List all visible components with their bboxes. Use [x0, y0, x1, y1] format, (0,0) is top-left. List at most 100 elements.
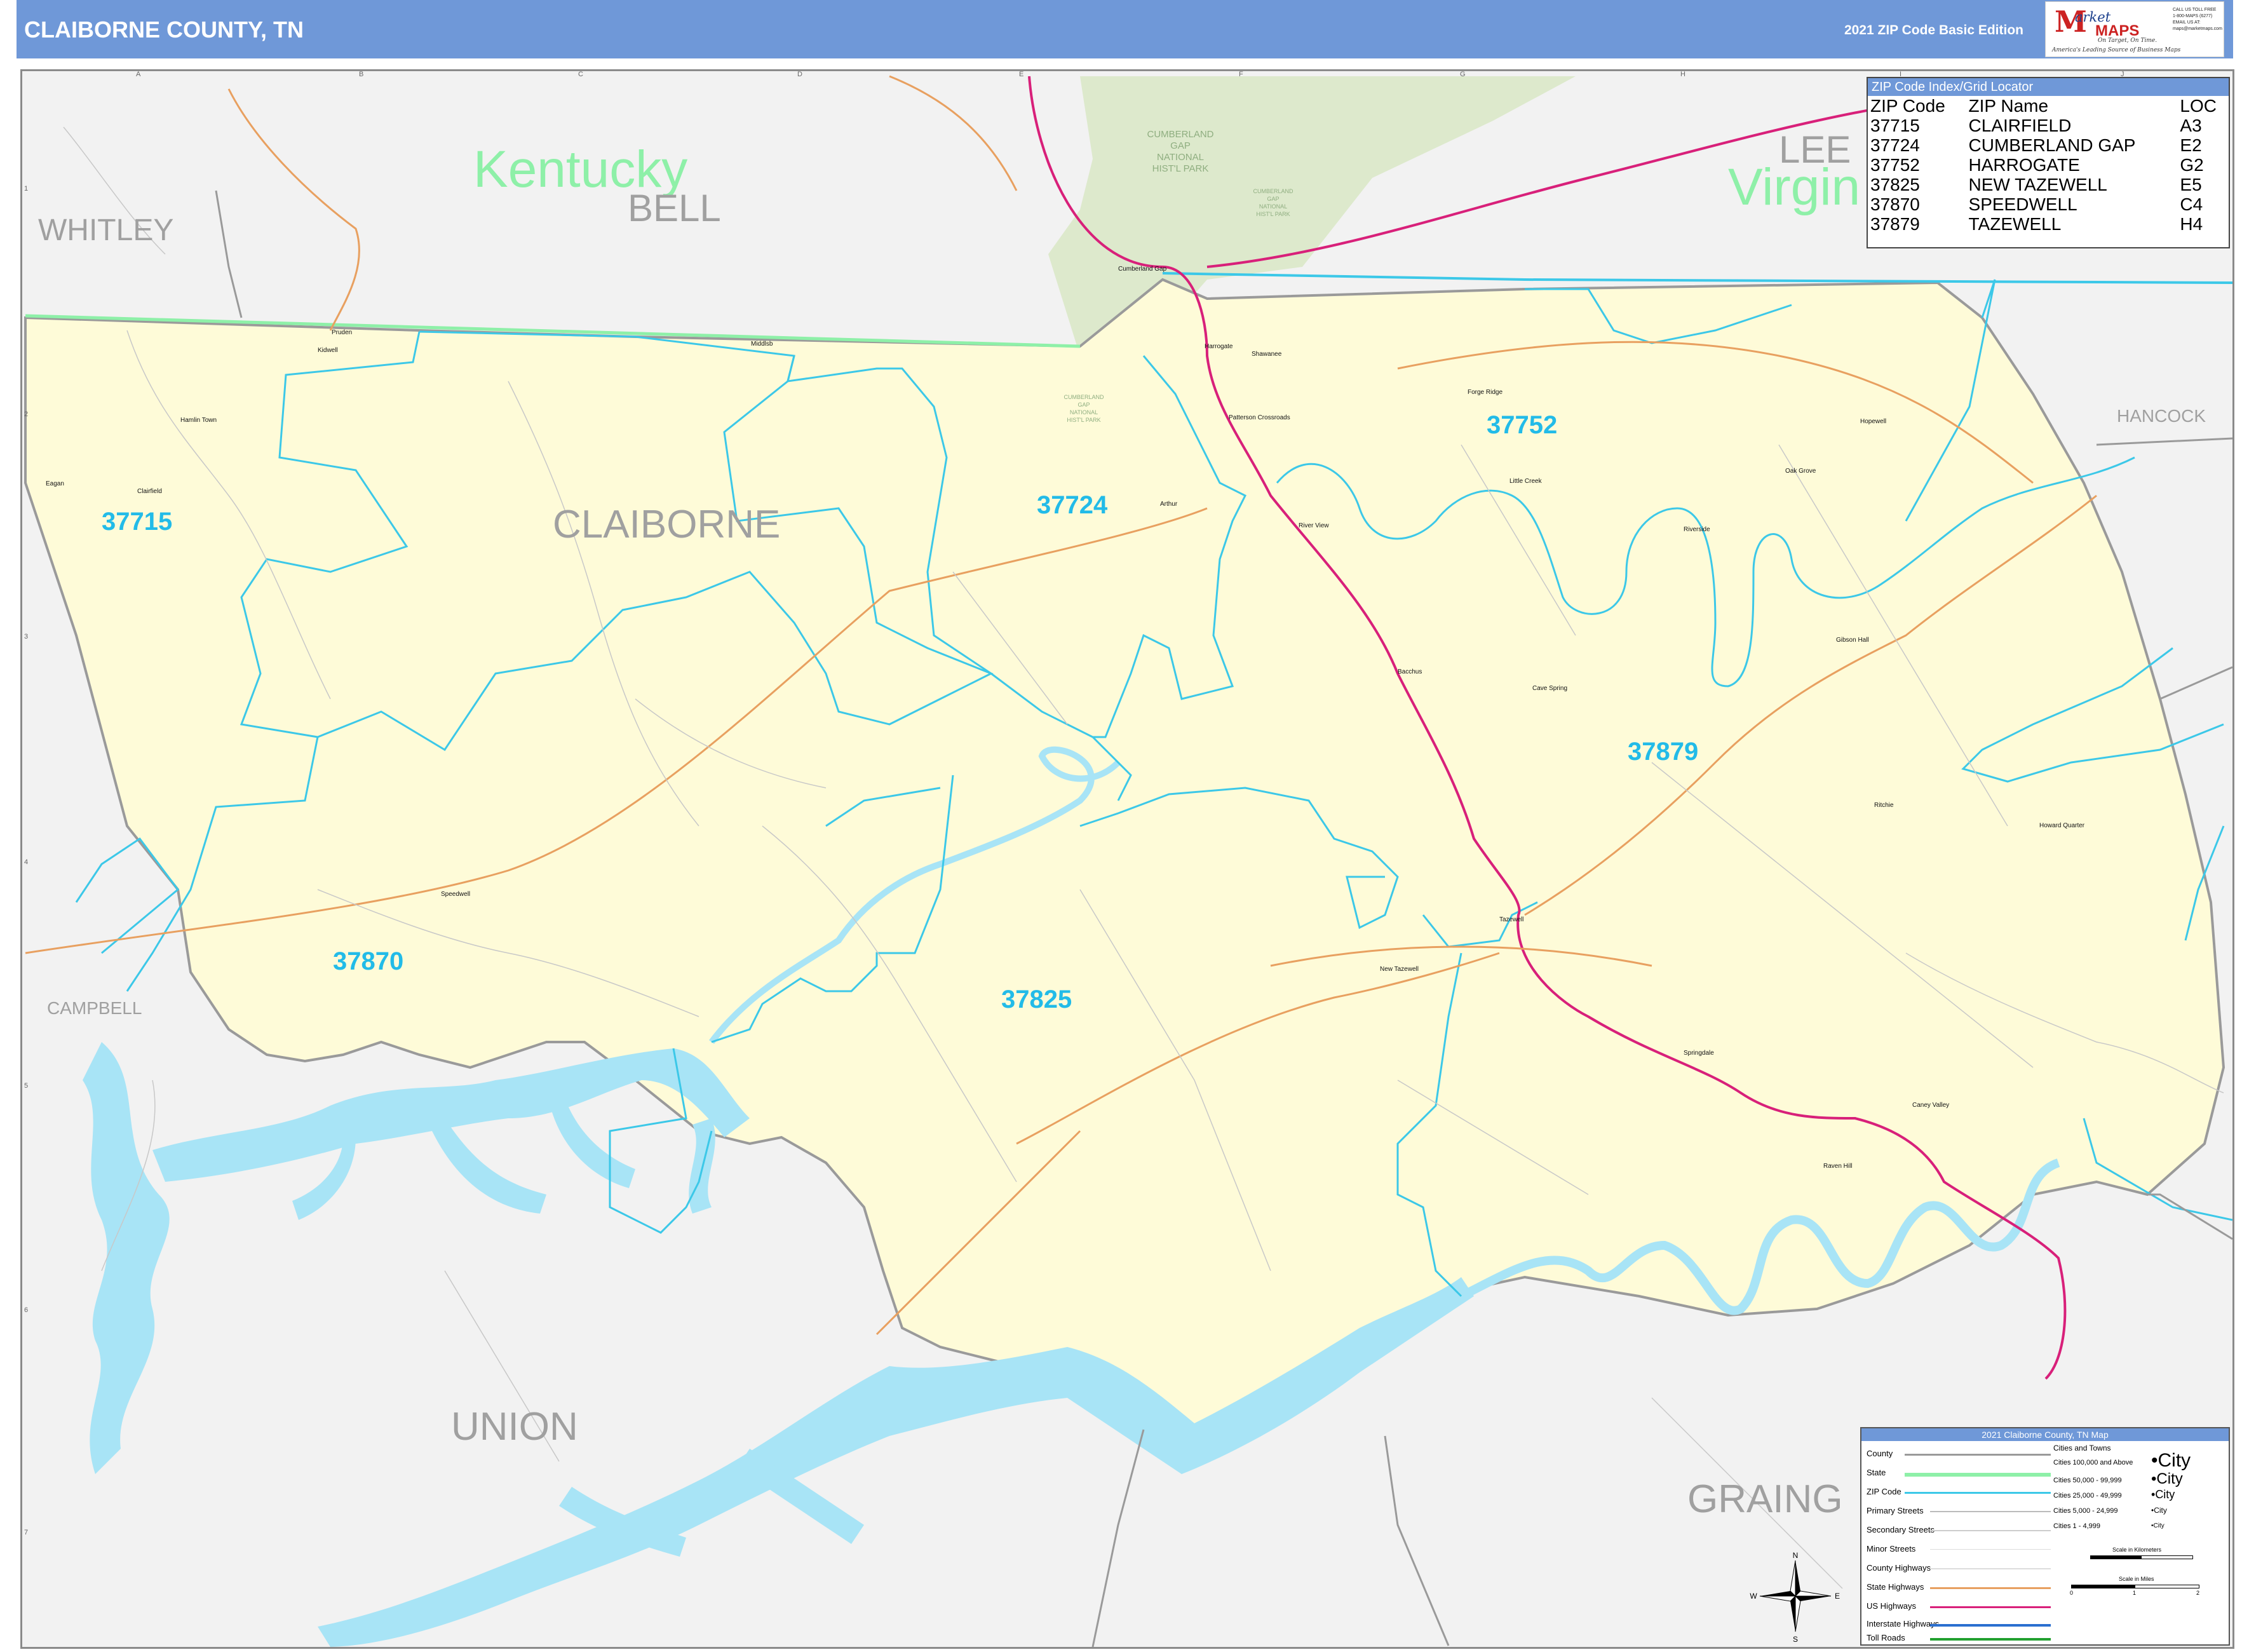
- zip-index-row[interactable]: 37724 CUMBERLAND GAP E2: [1868, 135, 2229, 155]
- legend-swatch-zip: [1905, 1492, 2051, 1494]
- town-label: Oak Grove: [1785, 468, 1816, 475]
- zip-name-cell: SPEEDWELL: [1968, 194, 2077, 214]
- town-label: Clairfield: [137, 488, 162, 495]
- zip-index-row[interactable]: 37715 CLAIRFIELD A3: [1868, 116, 2229, 135]
- zip-name-cell: HARROGATE: [1968, 155, 2080, 175]
- scale-tick: 1: [2133, 1590, 2137, 1596]
- grid-col-f: F: [1239, 71, 1243, 78]
- zip-code-cell: 37825: [1870, 175, 1920, 194]
- legend-item-interstate: Interstate Highways: [1867, 1619, 2051, 1628]
- legend-city-symbol: •City: [2151, 1488, 2175, 1501]
- legend-label: ZIP Code: [1867, 1487, 1901, 1496]
- zip-code-cell: 37724: [1870, 135, 1920, 155]
- legend-swatch-minor: [1930, 1549, 2051, 1550]
- legend-swatch-us-hwy: [1930, 1606, 2051, 1608]
- legend-city-symbol: •City: [2151, 1522, 2164, 1529]
- zip-loc-cell: E5: [2180, 175, 2202, 194]
- legend-swatch-toll: [1930, 1638, 2051, 1641]
- park-label-a-1: CUMBERLAND: [1064, 394, 1104, 400]
- legend-swatch-state: [1905, 1473, 2051, 1477]
- scale-bar-mi: [2071, 1585, 2199, 1588]
- town-label: Speedwell: [441, 891, 470, 898]
- town-label: Cumberland Gap: [1118, 266, 1167, 273]
- legend-swatch-county-hwy: [1930, 1568, 2051, 1569]
- city-sample-4: City: [2154, 1506, 2167, 1515]
- town-label: Hopewell: [1860, 418, 1886, 425]
- legend-label: Minor Streets: [1867, 1544, 1916, 1554]
- legend-item-toll-roads: Toll Roads: [1867, 1633, 2051, 1642]
- legend-item-state: State: [1867, 1468, 2051, 1477]
- zip-index-row[interactable]: 37752 HARROGATE G2: [1868, 155, 2229, 175]
- town-label: Hamlin Town: [180, 417, 217, 424]
- grid-row-4: 4: [24, 858, 28, 866]
- zip-code-cell: 37752: [1870, 155, 1920, 175]
- zip-index-table: ZIP Code ZIP Name LOC 37715 CLAIRFIELD A…: [1868, 96, 2229, 234]
- grid-row-1: 1: [24, 185, 28, 193]
- town-label: Riverside: [1684, 526, 1710, 533]
- zip-code-cell: 37715: [1870, 116, 1920, 135]
- county-label-bell: BELL: [628, 187, 721, 229]
- grid-row-2: 2: [24, 410, 28, 418]
- legend-label: Secondary Streets: [1867, 1525, 1935, 1534]
- zip-name-cell: CUMBERLAND GAP: [1968, 135, 2136, 155]
- zip-index-col-name: ZIP Name: [1968, 96, 2049, 116]
- legend-item-us-highways: US Highways: [1867, 1601, 2051, 1611]
- legend-city-class: Cities 50,000 - 99,999: [2053, 1477, 2122, 1484]
- zip-index-row[interactable]: 37879 TAZEWELL H4: [1868, 214, 2229, 234]
- park-label-a-3: NATIONAL: [1070, 409, 1098, 416]
- legend-item-county-highways: County Highways: [1867, 1563, 2051, 1573]
- zip-index-col-zip: ZIP Code: [1870, 96, 1945, 116]
- town-label: Howard Quarter: [2039, 822, 2085, 829]
- grid-col-b: B: [359, 71, 363, 78]
- map-legend: 2021 Claiborne County, TN Map County Sta…: [1860, 1427, 2230, 1646]
- legend-cities-title: Cities and Towns: [2053, 1444, 2111, 1452]
- zip-loc-cell: G2: [2180, 155, 2204, 175]
- legend-city-class: Cities 1 - 4,999: [2053, 1522, 2100, 1530]
- zip-index-header-row: ZIP Code ZIP Name LOC: [1868, 96, 2229, 116]
- scale-tick: 2: [2196, 1590, 2200, 1596]
- town-label: Raven Hill: [1823, 1163, 1853, 1170]
- grid-col-c: C: [578, 71, 583, 78]
- legend-item-minor-streets: Minor Streets: [1867, 1544, 2051, 1554]
- scale-mi-label: Scale in Miles: [2119, 1576, 2154, 1582]
- legend-city-class: Cities 25,000 - 49,999: [2053, 1492, 2122, 1500]
- compass-s: S: [1793, 1635, 1798, 1644]
- legend-label: US Highways: [1867, 1601, 1917, 1611]
- zip-name-cell: CLAIRFIELD: [1968, 116, 2072, 135]
- park-label-b-2: GAP: [1267, 196, 1279, 202]
- town-label: Springdale: [1684, 1050, 1714, 1057]
- zip-label-37724: 37724: [1037, 491, 1108, 519]
- legend-swatch-state-hwy: [1930, 1587, 2051, 1589]
- town-label: Eagan: [46, 480, 64, 487]
- park-label-b-4: HIST'L PARK: [1256, 211, 1290, 217]
- park-label-main-2: GAP: [1170, 140, 1191, 151]
- grid-row-3: 3: [24, 633, 28, 640]
- city-sample-3: City: [2155, 1488, 2175, 1501]
- legend-label: State Highways: [1867, 1582, 1924, 1592]
- zip-name-cell: NEW TAZEWELL: [1968, 175, 2107, 194]
- zip-index-row[interactable]: 37825 NEW TAZEWELL E5: [1868, 175, 2229, 194]
- legend-item-state-highways: State Highways: [1867, 1582, 2051, 1592]
- town-label: Ritchie: [1874, 802, 1894, 809]
- grid-col-e: E: [1019, 71, 1023, 78]
- county-label-claiborne: CLAIBORNE: [553, 503, 780, 546]
- county-label-grainger: GRAING: [1687, 1477, 1843, 1521]
- zip-label-37715: 37715: [102, 508, 172, 536]
- park-label-main-3: NATIONAL: [1157, 152, 1204, 163]
- scale-km-label: Scale in Kilometers: [2112, 1547, 2162, 1553]
- county-label-union: UNION: [451, 1405, 578, 1449]
- grid-row-5: 5: [24, 1082, 28, 1090]
- zip-index-panel: ZIP Code Index/Grid Locator ZIP Code ZIP…: [1867, 77, 2230, 248]
- zip-index-row[interactable]: 37870 SPEEDWELL C4: [1868, 194, 2229, 214]
- town-label: Caney Valley: [1912, 1102, 1949, 1109]
- legend-label: Primary Streets: [1867, 1506, 1924, 1515]
- park-label-main-4: HIST'L PARK: [1152, 163, 1209, 174]
- town-label: Little Creek: [1509, 478, 1543, 485]
- grid-col-d: D: [797, 71, 802, 78]
- grid-row-7: 7: [24, 1529, 28, 1536]
- legend-swatch-county: [1905, 1454, 2051, 1456]
- zip-index-title: ZIP Code Index/Grid Locator: [1868, 78, 2229, 96]
- city-sample-5: City: [2153, 1522, 2164, 1529]
- county-label-whitley: WHITLEY: [38, 213, 173, 247]
- park-label-a-2: GAP: [1077, 402, 1090, 408]
